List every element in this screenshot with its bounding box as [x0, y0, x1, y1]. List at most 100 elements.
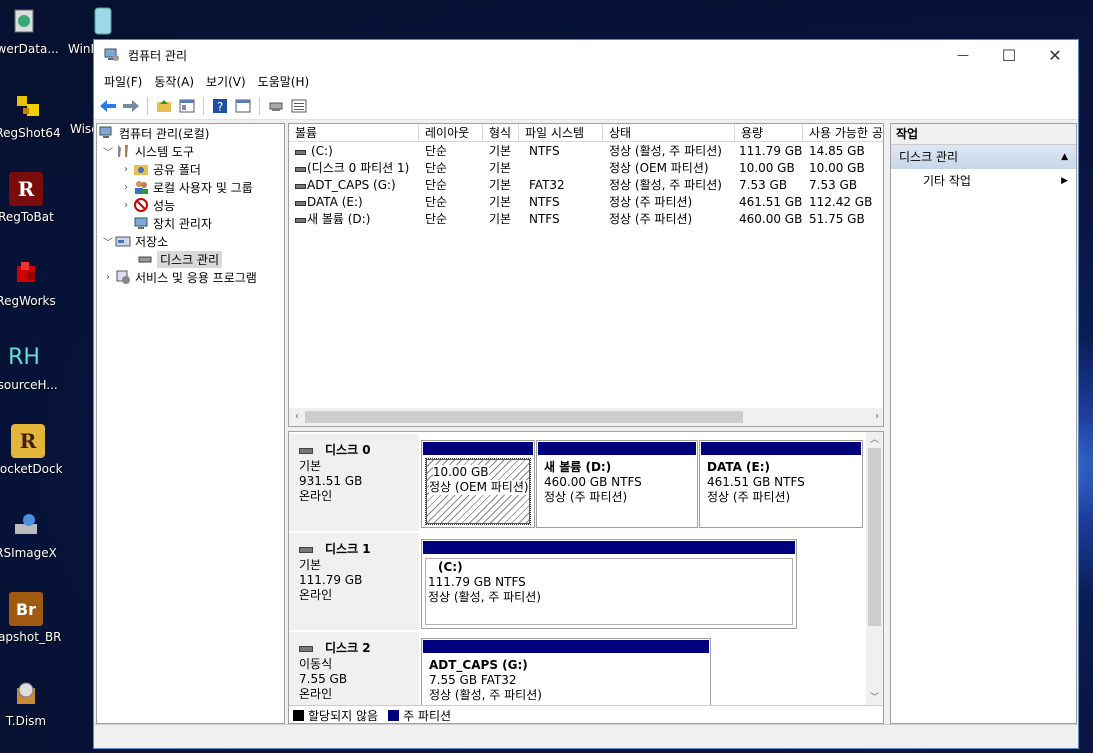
partition-new-volume[interactable]: 새 볼륨 (D:) 460.00 GB NTFS 정상 (주 파티션)	[536, 440, 698, 528]
shared-folder-icon	[133, 161, 149, 177]
close-button[interactable]: ✕	[1032, 40, 1078, 70]
disk-size: 111.79 GB	[299, 573, 363, 587]
horizontal-scrollbar[interactable]: ‹ ›	[289, 408, 883, 426]
services-icon	[115, 269, 131, 285]
tree-item-local-users[interactable]: › 로컬 사용자 및 그룹	[119, 178, 253, 196]
chevron-right-icon[interactable]: ›	[119, 182, 133, 193]
regshot-icon	[11, 88, 45, 122]
desktop-icon-rsimagex[interactable]: RSImageX	[0, 508, 72, 560]
back-icon[interactable]	[98, 96, 118, 116]
column-header-status[interactable]: 상태	[603, 124, 735, 142]
volume-type: 기본	[489, 178, 512, 192]
partition-c[interactable]: (C:) 111.79 GB NTFS 정상 (활성, 주 파티션)	[421, 539, 797, 629]
column-header-free-space[interactable]: 사용 가능한 공	[803, 124, 883, 142]
partition-size: 460.00 GB NTFS	[544, 475, 642, 489]
collapse-up-icon[interactable]: ▲	[1061, 145, 1068, 169]
action-more-actions[interactable]: 기타 작업 ▶	[891, 169, 1076, 193]
partition-size: 10.00 GB	[432, 465, 489, 480]
partition-data[interactable]: DATA (E:) 461.51 GB NTFS 정상 (주 파티션)	[699, 440, 863, 528]
toolbar-separator	[203, 96, 204, 115]
chevron-down-icon[interactable]: ﹀	[101, 144, 115, 159]
column-header-type[interactable]: 형식	[483, 124, 519, 142]
table-row[interactable]: (디스크 0 파티션 1) 단순 기본 정상 (OEM 파티션) 10.00 G…	[289, 160, 883, 177]
navigation-tree: 컴퓨터 관리(로컬) ﹀ 시스템 도구 › 공유 폴더 › 로컬 사용자 및 그…	[96, 123, 285, 724]
desktop-icon-regshot[interactable]: RegShot64	[0, 88, 74, 140]
column-header-capacity[interactable]: 용량	[735, 124, 803, 142]
desktop-icon-tdism[interactable]: T.Dism	[0, 676, 72, 728]
table-row[interactable]: (C:) 단순 기본 NTFS 정상 (활성, 주 파티션) 111.79 GB…	[289, 143, 883, 160]
vertical-scrollbar[interactable]: ︿ ﹀	[866, 432, 883, 706]
column-header-layout[interactable]: 레이아웃	[419, 124, 483, 142]
desktop-icon-snapshot[interactable]: Br napshot_BR	[0, 592, 72, 644]
title-bar[interactable]: 컴퓨터 관리 — ☐ ✕	[94, 40, 1078, 70]
connect-icon[interactable]	[266, 96, 286, 116]
volume-status: 정상 (주 파티션)	[609, 195, 693, 209]
scroll-right-icon[interactable]: ›	[869, 408, 883, 426]
tree-item-storage[interactable]: ﹀ 저장소	[101, 232, 168, 250]
actions-header: 작업	[891, 124, 1076, 145]
scroll-up-icon[interactable]: ︿	[866, 432, 883, 448]
volume-list-header: 볼륨 레이아웃 형식 파일 시스템 상태 용량 사용 가능한 공	[289, 124, 883, 142]
forward-icon[interactable]	[121, 96, 141, 116]
tree-item-root[interactable]: 컴퓨터 관리(로컬)	[99, 124, 209, 142]
partition-adt-caps[interactable]: ADT_CAPS (G:) 7.55 GB FAT32 정상 (활성, 주 파티…	[421, 638, 711, 708]
properties-icon[interactable]	[233, 96, 253, 116]
scrollbar-thumb[interactable]	[305, 411, 743, 423]
disk-icon	[299, 546, 313, 553]
desktop-icon-rocketdock[interactable]: R LocketDock	[0, 424, 74, 476]
tree-item-system-tools[interactable]: ﹀ 시스템 도구	[101, 142, 194, 160]
show-hide-tree-icon[interactable]	[177, 96, 197, 116]
chevron-right-icon[interactable]: ›	[101, 272, 115, 283]
volume-capacity: 461.51 GB	[739, 195, 803, 209]
partition-size: 7.55 GB FAT32	[429, 673, 517, 687]
partition-status: 정상 (OEM 파티션)	[429, 480, 529, 495]
up-folder-icon[interactable]	[154, 96, 174, 116]
desktop-icon-wise[interactable]: Wise	[66, 122, 99, 136]
disk-status: 온라인	[299, 687, 333, 701]
tree-item-services[interactable]: › 서비스 및 응용 프로그램	[101, 268, 257, 286]
drive-icon	[295, 184, 306, 189]
tree-item-label: 시스템 도구	[135, 144, 195, 159]
table-row[interactable]: 새 볼륨 (D:) 단순 기본 NTFS 정상 (주 파티션) 460.00 G…	[289, 211, 883, 228]
desktop-icon-regworks[interactable]: RegWorks	[0, 256, 72, 308]
menu-action[interactable]: 동작(A)	[148, 73, 200, 90]
disk-1-info[interactable]: 디스크 1 기본 111.79 GB 온라인	[289, 533, 419, 630]
minimize-button[interactable]: —	[940, 40, 986, 70]
action-group-disk-management[interactable]: 디스크 관리 ▲	[891, 145, 1076, 169]
desktop-icon-regtobat[interactable]: R RegToBat	[0, 172, 72, 224]
tree-item-shared-folders[interactable]: › 공유 폴더	[119, 160, 201, 178]
menu-file[interactable]: 파일(F)	[98, 73, 148, 90]
disk-0-info[interactable]: 디스크 0 기본 931.51 GB 온라인	[289, 434, 419, 531]
list-view-icon[interactable]	[289, 96, 309, 116]
scroll-down-icon[interactable]: ﹀	[866, 690, 883, 706]
desktop-icon-resourcehacker[interactable]: RH esourceH...	[0, 340, 70, 393]
chevron-right-icon[interactable]: ›	[119, 164, 133, 175]
partition-oem[interactable]: 10.00 GB 정상 (OEM 파티션)	[421, 440, 535, 528]
column-header-filesystem[interactable]: 파일 시스템	[519, 124, 603, 142]
column-header-volume[interactable]: 볼륨	[289, 124, 419, 142]
legend-primary-swatch	[388, 710, 400, 721]
menu-bar: 파일(F) 동작(A) 보기(V) 도움말(H)	[94, 70, 1078, 92]
disk-type: 이동식	[299, 657, 333, 671]
menu-help[interactable]: 도움말(H)	[252, 73, 316, 90]
chevron-down-icon[interactable]: ﹀	[101, 234, 115, 249]
scrollbar-thumb[interactable]	[868, 448, 881, 626]
table-row[interactable]: ADT_CAPS (G:) 단순 기본 FAT32 정상 (활성, 주 파티션)…	[289, 177, 883, 194]
menu-view[interactable]: 보기(V)	[200, 73, 252, 90]
table-row[interactable]: DATA (E:) 단순 기본 NTFS 정상 (주 파티션) 461.51 G…	[289, 194, 883, 211]
volume-name: 새 볼륨 (D:)	[307, 212, 371, 226]
help-icon[interactable]: ?	[210, 96, 230, 116]
volume-capacity: 111.79 GB	[739, 144, 803, 158]
tree-item-device-manager[interactable]: 장치 관리자	[133, 214, 212, 232]
maximize-button[interactable]: ☐	[986, 40, 1032, 70]
partition-oem-content: 10.00 GB 정상 (OEM 파티션)	[425, 458, 531, 525]
computer-management-window: 컴퓨터 관리 — ☐ ✕ 파일(F) 동작(A) 보기(V) 도움말(H) ? …	[93, 39, 1079, 749]
chevron-right-icon[interactable]: ›	[119, 200, 133, 211]
disk-2-info[interactable]: 디스크 2 이동식 7.55 GB 온라인	[289, 632, 419, 706]
tree-item-label: 컴퓨터 관리(로컬)	[119, 126, 210, 141]
drive-icon	[295, 150, 306, 155]
svg-text:?: ?	[217, 100, 223, 114]
scroll-left-icon[interactable]: ‹	[289, 408, 305, 426]
tree-item-performance[interactable]: › 성능	[119, 196, 175, 214]
tree-item-disk-management[interactable]: 디스크 관리	[137, 250, 223, 268]
